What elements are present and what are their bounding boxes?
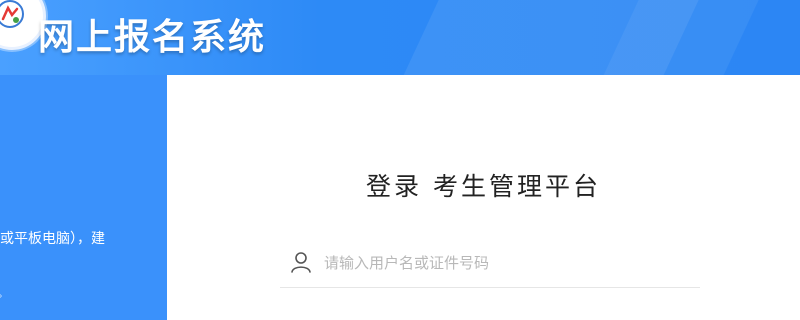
header-banner: 网上报名系统 — [0, 0, 800, 75]
page: 网上报名系统 或平板电脑），建 。 登录 考生管理平台 — [0, 0, 800, 320]
notice-text: 或平板电脑），建 — [0, 231, 105, 247]
username-input[interactable] — [324, 249, 684, 277]
notice-text-tail: 。 — [0, 285, 8, 300]
username-field — [280, 243, 700, 288]
login-title: 登录 考生管理平台 — [366, 172, 601, 201]
site-title: 网上报名系统 — [38, 17, 267, 58]
login-card: 登录 考生管理平台 — [167, 75, 800, 320]
left-info-panel: 或平板电脑），建 。 — [0, 75, 167, 320]
user-icon — [290, 251, 312, 273]
